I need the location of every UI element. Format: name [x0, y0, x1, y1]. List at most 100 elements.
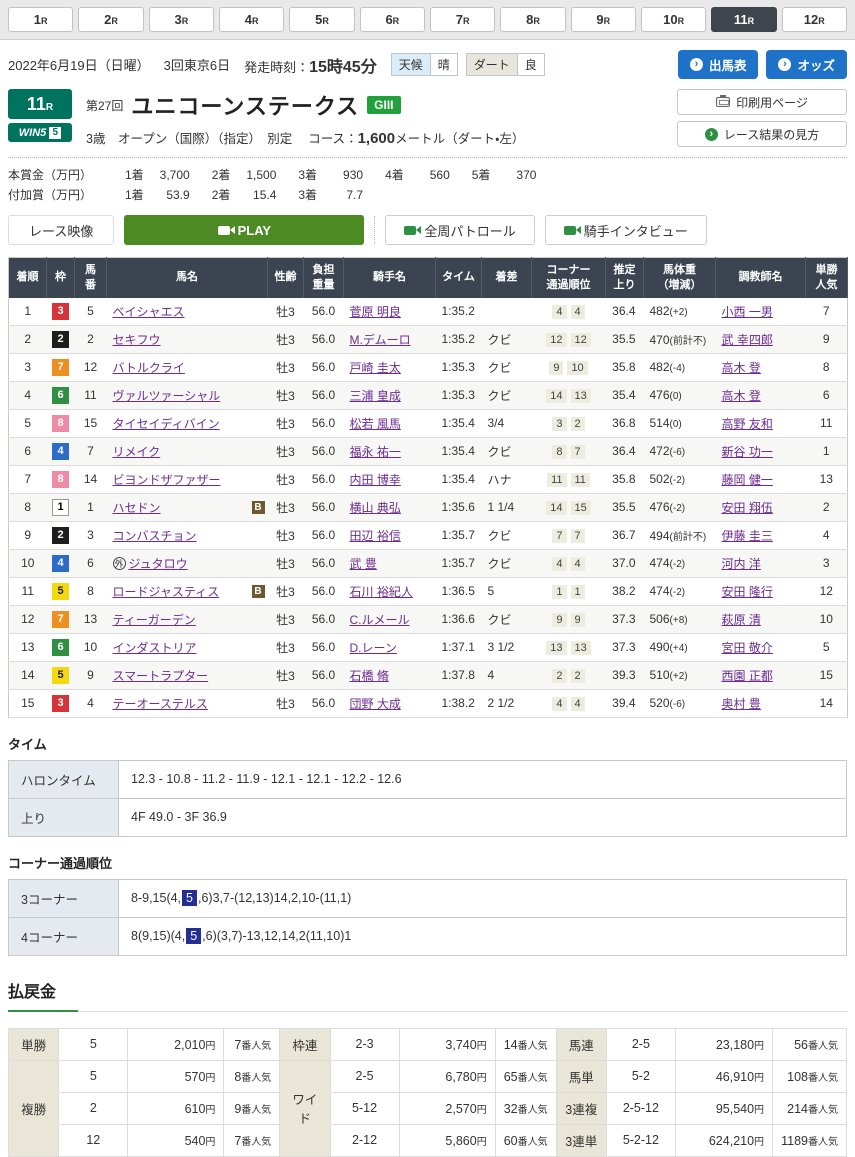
- video-buttons: レース映像 PLAY 全周パトロール 騎手インタビュー: [8, 215, 847, 245]
- jockey-cell: 横山 典弘: [344, 493, 436, 521]
- jockey-link[interactable]: D.レーン: [350, 641, 397, 655]
- jockey-link[interactable]: 福永 祐一: [350, 445, 401, 459]
- race-tab[interactable]: 12R: [782, 7, 847, 32]
- trainer-link[interactable]: 藤岡 健一: [722, 473, 773, 487]
- jockey-link[interactable]: 三浦 皇成: [350, 389, 401, 403]
- finish-position: 13: [9, 633, 47, 661]
- horse-link[interactable]: タイセイディバイン: [113, 415, 220, 432]
- results-column-header: コーナー 通過順位: [532, 258, 606, 298]
- jockey-link[interactable]: 戸崎 圭太: [350, 361, 401, 375]
- corner3-row: 3コーナー 8-9,15(4,5,6)3,7-(12,13)14,2,10-(1…: [9, 879, 847, 917]
- horse-link[interactable]: ロードジャスティス: [113, 583, 220, 600]
- finish-time: 1:35.2: [436, 325, 482, 353]
- race-tab[interactable]: 8R: [500, 7, 565, 32]
- trainer-link[interactable]: 小西 一男: [722, 305, 773, 319]
- horse-link[interactable]: スマートラプター: [113, 667, 209, 684]
- corner4-row: 4コーナー 8(9,15)(4,5,6)(3,7)-13,12,14,2(11,…: [9, 917, 847, 955]
- jockey-link[interactable]: 田辺 裕信: [350, 529, 401, 543]
- printer-icon: [716, 97, 730, 107]
- sex-age: 牡3: [268, 325, 304, 353]
- payout-popularity: 214番人気: [773, 1092, 847, 1124]
- trainer-cell: 西園 正都: [716, 661, 806, 689]
- trainer-link[interactable]: 高野 友和: [722, 417, 773, 431]
- horse-link[interactable]: インダストリア: [113, 639, 197, 656]
- print-page-button[interactable]: 印刷用ページ: [677, 89, 847, 115]
- horse-link[interactable]: ジュタロウ: [129, 555, 188, 572]
- finish-position: 2: [9, 325, 47, 353]
- payout-amount: 624,210円: [675, 1124, 772, 1156]
- horse-link[interactable]: コンバスチョン: [113, 527, 197, 544]
- jockey-link[interactable]: 横山 典弘: [350, 501, 401, 515]
- race-tab[interactable]: 11R: [711, 7, 776, 32]
- win-popularity: 10: [806, 605, 848, 633]
- race-tab[interactable]: 9R: [571, 7, 636, 32]
- race-video-button[interactable]: レース映像: [8, 215, 114, 245]
- race-date-line: 2022年6月19日（日曜） 3回東京6日 発走時刻：15時45分 天候 晴 ダ…: [8, 53, 553, 77]
- race-tab[interactable]: 10R: [641, 7, 706, 32]
- payout-combo: 2-12: [330, 1124, 399, 1156]
- jockey-link[interactable]: 内田 博幸: [350, 473, 401, 487]
- trainer-link[interactable]: 奥村 豊: [722, 697, 761, 711]
- jockey-link[interactable]: 石橋 脩: [350, 669, 389, 683]
- race-tab[interactable]: 2R: [78, 7, 143, 32]
- horse-link[interactable]: テーオーステルス: [113, 695, 208, 712]
- prize-pair: 1着3,700: [103, 166, 190, 183]
- time-section-heading: タイム: [8, 734, 847, 753]
- play-button[interactable]: PLAY: [124, 215, 364, 245]
- estimated-last-3f: 35.5: [606, 493, 644, 521]
- jockey-link[interactable]: 団野 大成: [350, 697, 401, 711]
- trainer-link[interactable]: 萩原 清: [722, 613, 761, 627]
- horse-link[interactable]: リメイク: [113, 443, 161, 460]
- horse-name-cell: ティーガーデン: [107, 605, 268, 633]
- odds-button[interactable]: オッズ: [766, 50, 847, 79]
- jockey-interview-button[interactable]: 騎手インタビュー: [545, 215, 707, 245]
- race-tab[interactable]: 7R: [430, 7, 495, 32]
- last-time-row: 上り 4F 49.0 - 3F 36.9: [9, 798, 847, 836]
- jockey-link[interactable]: M.デムーロ: [350, 333, 411, 347]
- trainer-link[interactable]: 伊藤 圭三: [722, 529, 773, 543]
- horse-name-cell: セキフウ: [107, 325, 268, 353]
- race-tab[interactable]: 6R: [360, 7, 425, 32]
- result-row: 3 7 12 バトルクライ 牡3 56.0 戸崎 圭太 1:35.3 クビ 91…: [9, 353, 848, 381]
- jockey-link[interactable]: 武 豊: [350, 557, 377, 571]
- estimated-last-3f: 38.2: [606, 577, 644, 605]
- horse-link[interactable]: ティーガーデン: [113, 611, 196, 628]
- horse-link[interactable]: バトルクライ: [113, 359, 185, 376]
- jockey-link[interactable]: 菅原 明良: [350, 305, 401, 319]
- patrol-video-button[interactable]: 全周パトロール: [385, 215, 534, 245]
- race-tab[interactable]: 3R: [149, 7, 214, 32]
- trainer-link[interactable]: 安田 隆行: [722, 585, 773, 599]
- trainer-link[interactable]: 高木 登: [722, 361, 761, 375]
- sex-age: 牡3: [268, 465, 304, 493]
- horse-link[interactable]: セキフウ: [113, 331, 161, 348]
- finish-position: 10: [9, 549, 47, 577]
- weather-value: 晴: [430, 54, 457, 75]
- trainer-link[interactable]: 安田 翔伍: [722, 501, 773, 515]
- results-guide-button[interactable]: レース結果の見方: [677, 121, 847, 147]
- trainer-link[interactable]: 武 幸四郎: [722, 333, 773, 347]
- jockey-link[interactable]: 石川 裕紀人: [350, 585, 413, 599]
- horse-link[interactable]: ビヨンドザファザー: [113, 471, 221, 488]
- race-tab[interactable]: 1R: [8, 7, 73, 32]
- race-tab[interactable]: 4R: [219, 7, 284, 32]
- horse-link[interactable]: ヴァルツァーシャル: [113, 387, 221, 404]
- horse-name-cell: バトルクライ: [107, 353, 268, 381]
- jockey-link[interactable]: C.ルメール: [350, 613, 410, 627]
- win-popularity: 7: [806, 298, 848, 326]
- trainer-link[interactable]: 宮田 敬介: [722, 641, 773, 655]
- race-tab[interactable]: 5R: [289, 7, 354, 32]
- trainer-link[interactable]: 新谷 功一: [722, 445, 773, 459]
- entries-button[interactable]: 出馬表: [678, 50, 759, 79]
- horse-link[interactable]: ベイシャエス: [113, 303, 185, 320]
- corner-positions: 1413: [532, 381, 606, 409]
- jockey-link[interactable]: 松若 風馬: [350, 417, 401, 431]
- finish-time: 1:35.4: [436, 409, 482, 437]
- trainer-link[interactable]: 河内 洋: [722, 557, 761, 571]
- trainer-link[interactable]: 西園 正都: [722, 669, 773, 683]
- horse-link[interactable]: ハセドン: [113, 499, 161, 516]
- finish-position: 9: [9, 521, 47, 549]
- trainer-link[interactable]: 高木 登: [722, 389, 761, 403]
- payout-amount: 2,010円: [128, 1028, 224, 1060]
- horse-number: 6: [75, 549, 107, 577]
- bracket-cell: 8: [47, 465, 75, 493]
